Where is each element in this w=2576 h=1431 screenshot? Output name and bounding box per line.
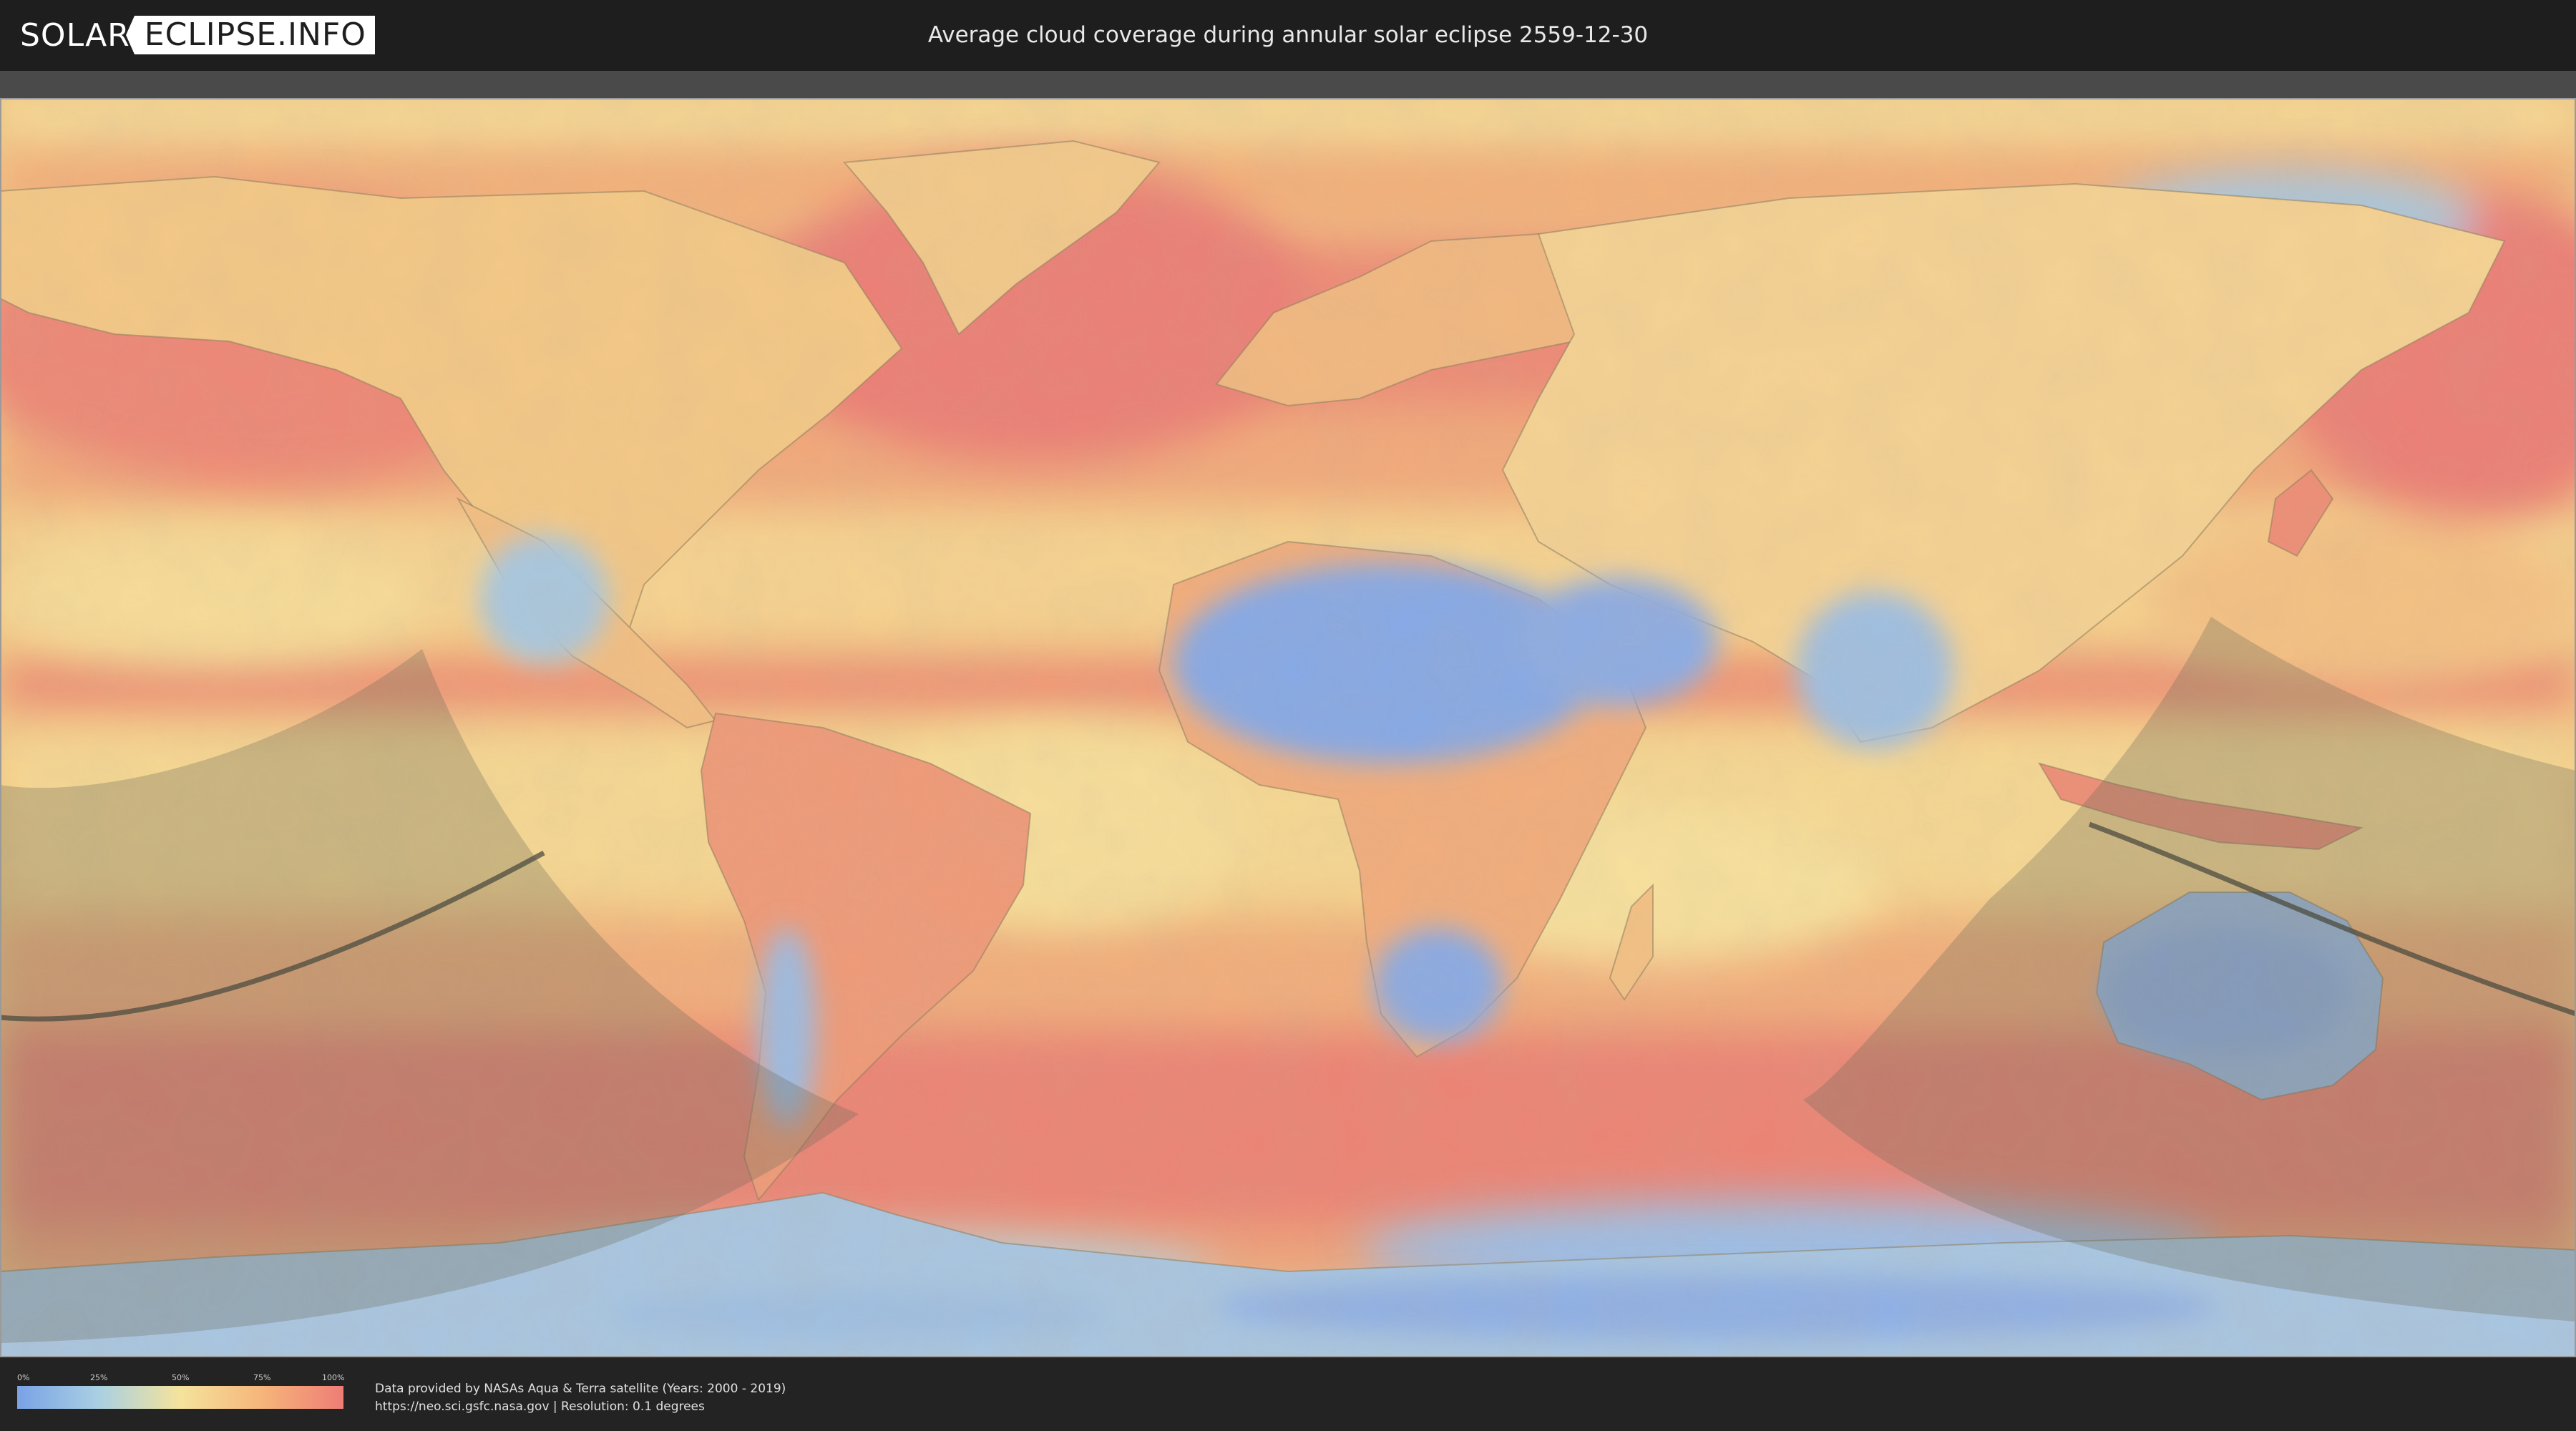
- page: SOLAR ECLIPSE.INFO Average cloud coverag…: [0, 0, 2576, 1431]
- legend-tick-75: 75%: [253, 1373, 271, 1382]
- data-credit: Data provided by NASAs Aqua & Terra sate…: [375, 1380, 786, 1416]
- legend-tick-50: 50%: [172, 1373, 190, 1382]
- page-title: Average cloud coverage during annular so…: [927, 22, 1649, 48]
- map-container[interactable]: [0, 98, 2576, 1357]
- cloud-coverage-map[interactable]: [0, 98, 2576, 1357]
- header: SOLAR ECLIPSE.INFO Average cloud coverag…: [0, 0, 2576, 71]
- credit-line-url[interactable]: https://neo.sci.gsfc.nasa.gov | Resoluti…: [375, 1398, 786, 1416]
- footer: 0% 25% 50% 75% 100% Data provided by NAS…: [0, 1357, 2576, 1431]
- credit-line-source: Data provided by NASAs Aqua & Terra sate…: [375, 1382, 786, 1396]
- toolbar-strip: [0, 71, 2576, 98]
- legend-tick-100: 100%: [322, 1373, 345, 1382]
- legend-color-bar: [17, 1386, 343, 1409]
- legend-tick-0: 0%: [17, 1373, 30, 1382]
- site-logo[interactable]: SOLAR ECLIPSE.INFO: [20, 16, 375, 54]
- logo-text-solar: SOLAR: [20, 16, 130, 54]
- cloud-coverage-legend: 0% 25% 50% 75% 100%: [17, 1373, 345, 1409]
- legend-tick-25: 25%: [90, 1373, 108, 1382]
- legend-ticks: 0% 25% 50% 75% 100%: [17, 1373, 345, 1386]
- logo-text-eclipse-info: ECLIPSE.INFO: [125, 16, 375, 54]
